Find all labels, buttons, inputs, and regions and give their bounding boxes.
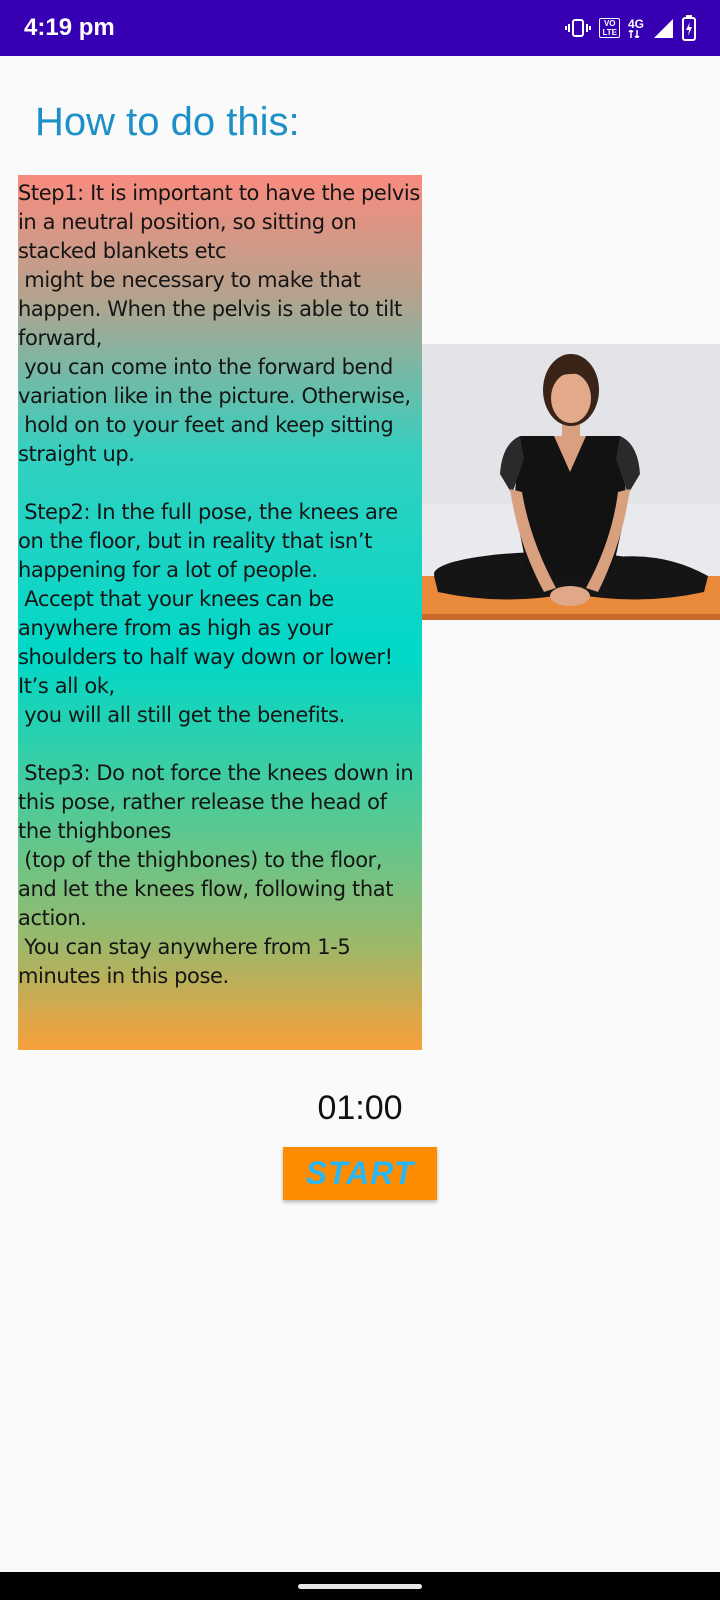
- pose-image: [422, 344, 720, 620]
- navigation-bar: [0, 1572, 720, 1600]
- battery-charging-icon: [682, 15, 696, 41]
- volte-top-label: VO: [603, 19, 616, 28]
- status-icons: VO LTE 4G: [565, 13, 696, 43]
- instructions-text: Step1: It is important to have the pelvi…: [18, 181, 420, 988]
- page-title: How to do this:: [35, 100, 300, 144]
- network-label: 4G: [627, 17, 644, 31]
- network-4g-icon: 4G: [628, 18, 644, 38]
- start-button[interactable]: START: [283, 1147, 437, 1200]
- instructions-panel: Step1: It is important to have the pelvi…: [18, 175, 422, 1050]
- status-time: 4:19 pm: [24, 14, 115, 41]
- vibrate-icon: [565, 18, 592, 38]
- status-bar: 4:19 pm VO LTE 4G: [0, 0, 720, 56]
- signal-icon: [652, 17, 674, 39]
- home-indicator[interactable]: [298, 1584, 422, 1589]
- volte-icon: VO LTE: [599, 18, 620, 38]
- timer-display: 01:00: [317, 1089, 403, 1127]
- volte-bottom-label: LTE: [602, 28, 617, 37]
